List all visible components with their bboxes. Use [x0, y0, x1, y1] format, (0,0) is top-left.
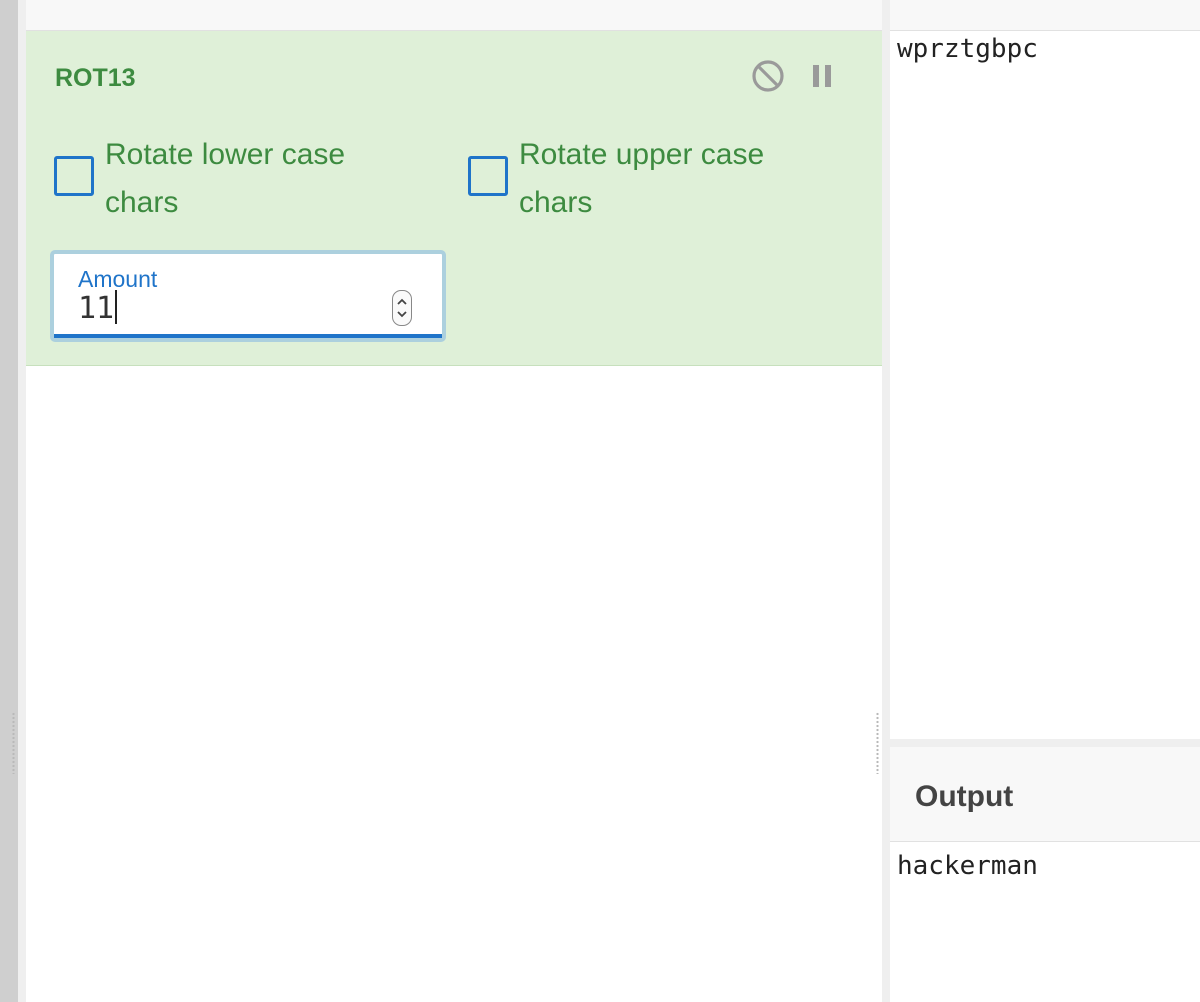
input-header: [890, 0, 1200, 31]
rotate-lower-label: Rotate lower case chars: [105, 138, 346, 219]
rotate-upper-label: Rotate upper case chars: [519, 138, 765, 219]
gutter-grip[interactable]: [12, 712, 15, 774]
amount-field[interactable]: Amount 11: [50, 250, 446, 342]
divider-grip[interactable]: [876, 712, 879, 774]
resize-gutter-left[interactable]: [12, 0, 26, 1002]
recipe-panel: ROT13 Rotate lower case chars Rotate upp…: [26, 0, 882, 1002]
rotate-lower-checkbox[interactable]: Rotate lower case chars: [54, 131, 395, 227]
checkbox-box[interactable]: [54, 156, 94, 196]
amount-label: Amount: [78, 266, 158, 292]
disable-icon[interactable]: [751, 59, 785, 93]
recipe-header: [26, 0, 882, 31]
left-panel-edge: [0, 0, 18, 1002]
text-caret: [115, 290, 118, 324]
output-title: Output: [915, 780, 1014, 813]
output-header: Output: [890, 747, 1200, 842]
rotate-upper-checkbox[interactable]: Rotate upper case chars: [468, 131, 809, 227]
amount-input[interactable]: 11: [78, 290, 118, 326]
output-text: hackerman: [897, 851, 1038, 881]
amount-value: 11: [78, 291, 115, 326]
checkbox-box[interactable]: [468, 156, 508, 196]
amount-spinner[interactable]: [392, 290, 412, 326]
input-textarea[interactable]: wprztgbpc: [897, 34, 1038, 64]
rot13-operation: ROT13 Rotate lower case chars Rotate upp…: [26, 31, 882, 366]
io-resize-gutter[interactable]: [890, 739, 1200, 747]
io-panel: wprztgbpc Output hackerman: [890, 0, 1200, 1002]
operation-title: ROT13: [55, 64, 136, 92]
amount-focus-underline: [54, 334, 442, 338]
resize-divider[interactable]: [876, 0, 890, 1002]
pause-icon[interactable]: [808, 61, 838, 91]
